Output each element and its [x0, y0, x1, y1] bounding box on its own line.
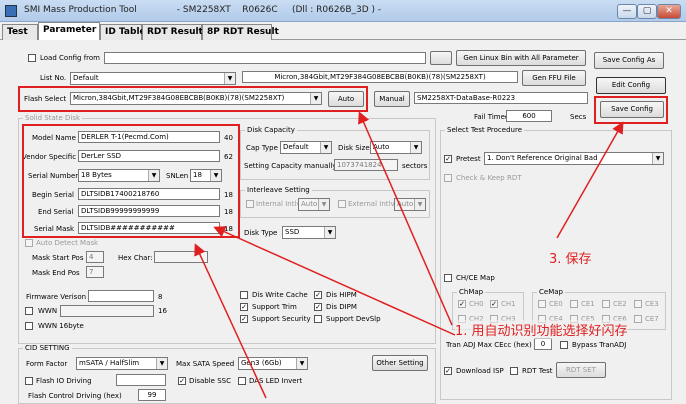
annotation-step3: 3. 保存	[549, 252, 592, 267]
arrow-to-flash-select	[358, 111, 453, 326]
arrow-to-save-config	[556, 121, 624, 239]
annotation-arrows	[194, 111, 624, 399]
arrow-to-ssd-fields	[194, 243, 267, 399]
annotation-step1: 1. 用自动识别功能选择好闪存	[455, 320, 628, 339]
arrow-to-serial-mask	[213, 226, 456, 336]
